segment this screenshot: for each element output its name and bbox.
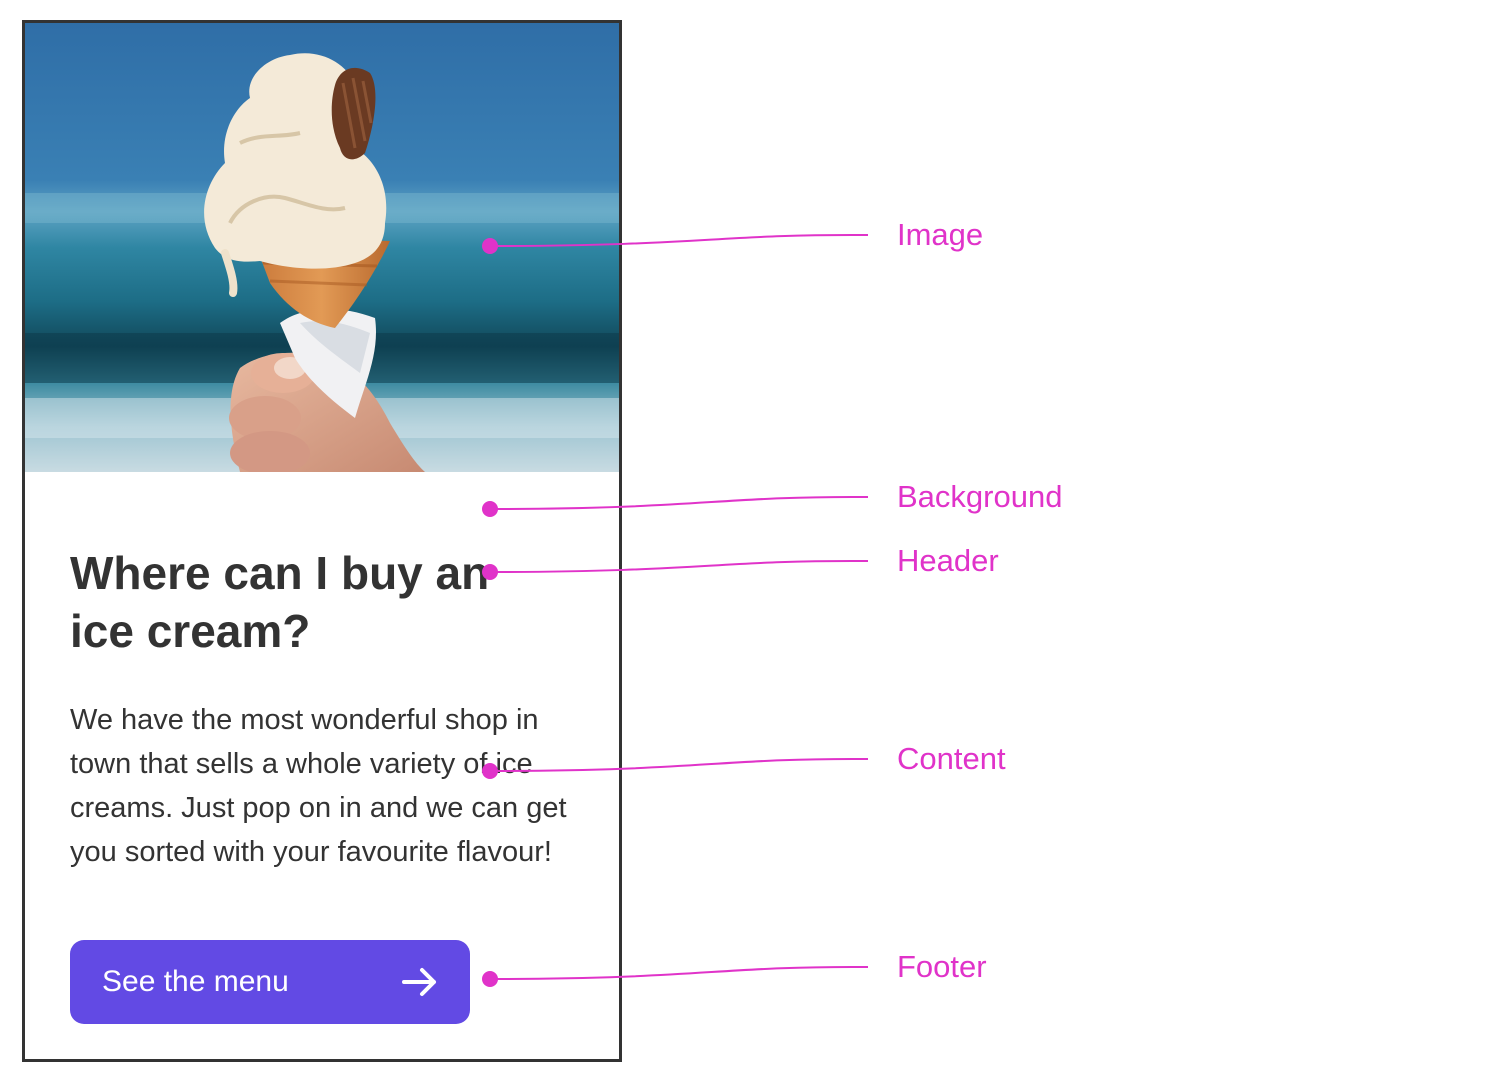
card-body-text: We have the most wonderful shop in town … <box>70 704 567 868</box>
content-annotation-label: Content <box>897 741 1006 776</box>
header-annotation-label: Header <box>897 543 999 578</box>
card-title: Where can I buy an ice cream? <box>70 547 490 657</box>
footer-annotation-label: Footer <box>897 949 987 984</box>
background-annotation-label: Background <box>897 479 1063 514</box>
image-annotation-label: Image <box>897 217 984 252</box>
see-menu-button-label: See the menu <box>102 965 289 998</box>
ice-cream-card: Where can I buy an ice cream? We have th… <box>22 20 622 1062</box>
card-image <box>25 23 619 472</box>
arrow-right-icon <box>402 967 438 997</box>
see-menu-button[interactable]: See the menu <box>70 940 470 1024</box>
ice-cream-cone-photo <box>25 23 619 472</box>
